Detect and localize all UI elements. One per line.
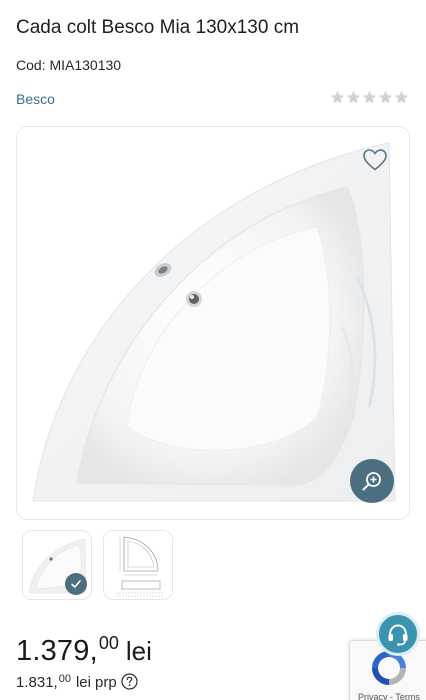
question-circle-icon[interactable] [121, 673, 138, 690]
price: 1.379, 00 lei [16, 633, 152, 668]
star-icon [347, 91, 360, 104]
heart-icon [363, 149, 387, 171]
price-integer: 1.379, [16, 635, 98, 667]
star-icon [331, 91, 344, 104]
star-icon [395, 91, 408, 104]
zoom-button[interactable] [350, 459, 394, 503]
prp-currency: lei [75, 674, 91, 691]
prp-decimals: 00 [58, 673, 71, 685]
rating-stars[interactable] [330, 90, 409, 105]
recommended-price: 1.831, 00 lei prp [16, 670, 138, 691]
price-decimals: 00 [98, 633, 119, 653]
support-chat-button[interactable] [376, 612, 420, 656]
technical-drawing-thumb-image [104, 531, 172, 599]
thumbnail-technical-drawing[interactable] [103, 530, 173, 600]
corner-bathtub-image[interactable] [17, 127, 410, 520]
product-code: Cod: MIA130130 [16, 57, 122, 73]
selected-indicator [65, 573, 87, 595]
prp-integer: 1.831, [16, 674, 58, 691]
check-icon [71, 580, 81, 588]
prp-label: prp [94, 674, 117, 691]
recaptcha-links[interactable]: Privacy - Terms [358, 692, 420, 700]
headset-icon [388, 624, 408, 646]
price-currency: lei [125, 636, 152, 666]
zoom-in-icon [362, 472, 381, 491]
wishlist-button[interactable] [355, 142, 395, 178]
thumbnail-bathtub-photo[interactable] [22, 530, 92, 600]
star-icon [363, 91, 376, 104]
brand-link[interactable]: Besco [16, 90, 55, 108]
product-title: Cada colt Besco Mia 130x130 cm [16, 17, 300, 38]
product-gallery[interactable] [16, 126, 410, 520]
star-icon [379, 91, 392, 104]
